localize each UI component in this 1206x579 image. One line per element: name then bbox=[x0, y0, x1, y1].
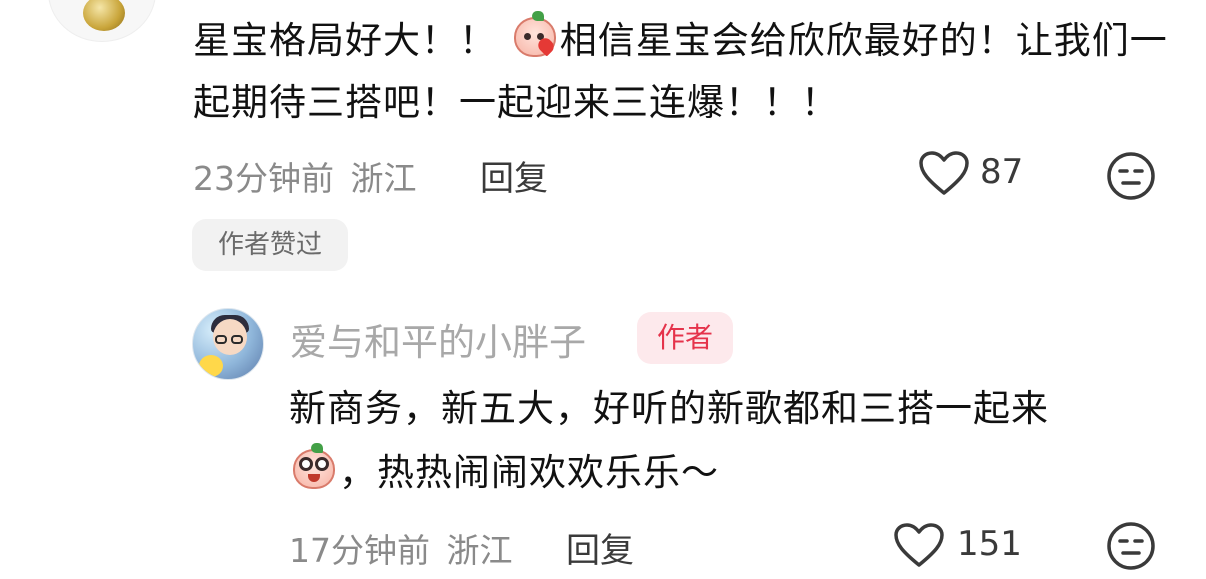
comment-text-part: 星宝格局好大！！ bbox=[193, 19, 497, 62]
comment-time: 17分钟前 bbox=[289, 531, 430, 570]
avatar[interactable] bbox=[48, 0, 156, 42]
like-heart-icon[interactable] bbox=[918, 150, 970, 196]
like-heart-icon[interactable] bbox=[893, 522, 945, 568]
dislike-face-icon[interactable] bbox=[1105, 521, 1157, 571]
kiss-heart-emoji-icon bbox=[510, 11, 560, 61]
author-badge: 作者 bbox=[637, 312, 733, 364]
comment-text-part: 新商务，新五大，好听的新歌都和三搭一起来 bbox=[289, 387, 1049, 430]
comment-location: 浙江 bbox=[446, 531, 513, 570]
comment-text: 星宝格局好大！！ 相信星宝会给欣欣最好的！让我们一起期待三搭吧！一起迎来三连爆！… bbox=[193, 10, 1173, 134]
comment-text: 新商务，新五大，好听的新歌都和三搭一起来 ，热热闹闹欢欢乐乐～ bbox=[289, 377, 1169, 505]
comment-time: 23分钟前 bbox=[193, 159, 334, 198]
comment-text-part: ，热热闹闹欢欢乐乐～ bbox=[339, 451, 719, 494]
username[interactable]: 爱与和平的小胖子 bbox=[290, 312, 586, 366]
avatar[interactable] bbox=[192, 308, 264, 380]
like-count: 87 bbox=[980, 152, 1024, 192]
dislike-face-icon[interactable] bbox=[1105, 151, 1157, 201]
wide-eyed-emoji-icon bbox=[289, 443, 339, 493]
comment-meta: 23分钟前 浙江 bbox=[193, 152, 417, 200]
like-count: 151 bbox=[957, 524, 1022, 564]
author-liked-badge: 作者赞过 bbox=[192, 219, 348, 271]
comment-meta: 17分钟前 浙江 bbox=[289, 524, 513, 572]
avatar-image bbox=[83, 0, 125, 31]
comment-location: 浙江 bbox=[350, 159, 417, 198]
reply-button[interactable]: 回复 bbox=[480, 151, 548, 200]
reply-button[interactable]: 回复 bbox=[566, 523, 634, 572]
